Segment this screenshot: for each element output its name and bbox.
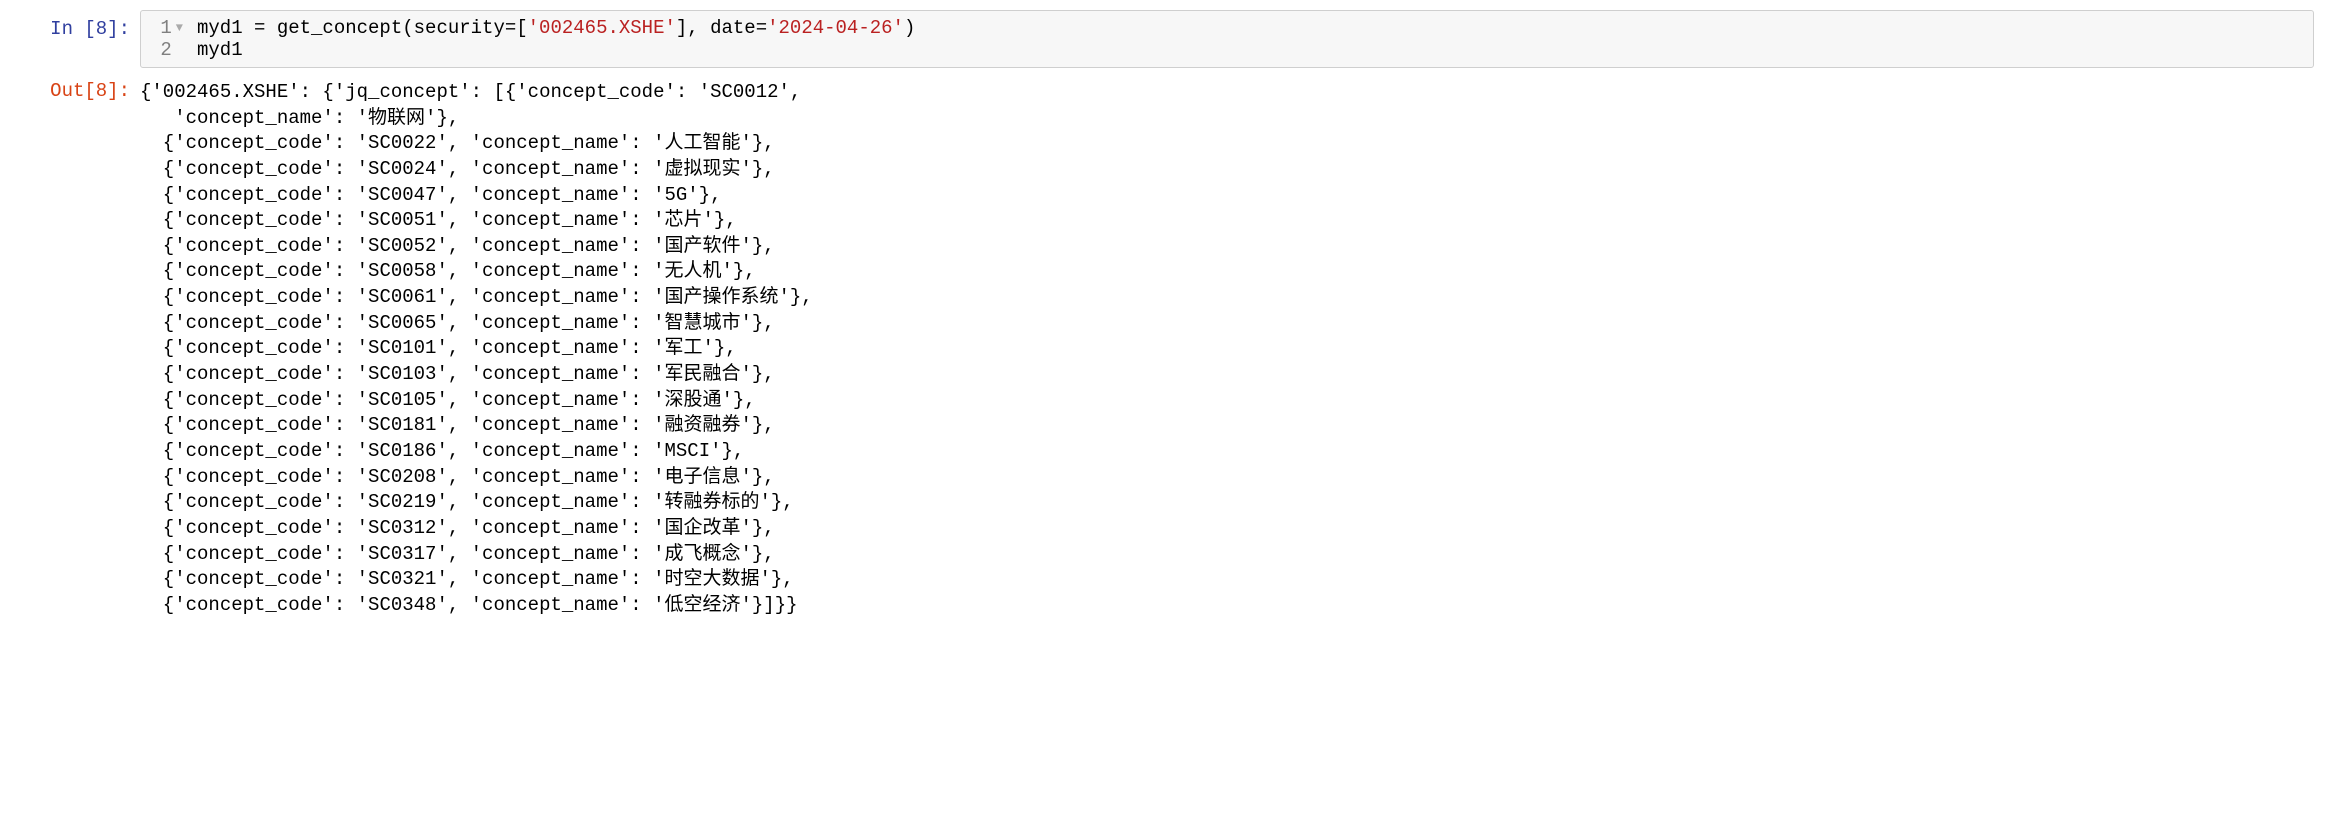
line-number: 2 — [160, 39, 171, 61]
code-line-1: 1 ▼ myd1 = get_concept(security=['002465… — [141, 17, 2313, 39]
code-text[interactable]: myd1 — [189, 39, 243, 61]
input-prompt: In [8]: — [20, 10, 140, 68]
line-number-gutter: 1 ▼ — [149, 17, 189, 39]
output-text: {'002465.XSHE': {'jq_concept': [{'concep… — [140, 72, 2314, 618]
input-cell: In [8]: 1 ▼ myd1 = get_concept(security=… — [20, 10, 2314, 68]
line-number-gutter: 2 ▼ — [149, 39, 189, 61]
notebook-container: In [8]: 1 ▼ myd1 = get_concept(security=… — [0, 0, 2334, 632]
output-cell: Out[8]: {'002465.XSHE': {'jq_concept': [… — [20, 72, 2314, 618]
code-text[interactable]: myd1 = get_concept(security=['002465.XSH… — [189, 17, 915, 39]
code-line-2: 2 ▼ myd1 — [141, 39, 2313, 61]
fold-icon[interactable]: ▼ — [176, 21, 183, 35]
output-prompt: Out[8]: — [20, 72, 140, 618]
line-number: 1 — [160, 17, 171, 39]
code-input-area[interactable]: 1 ▼ myd1 = get_concept(security=['002465… — [140, 10, 2314, 68]
